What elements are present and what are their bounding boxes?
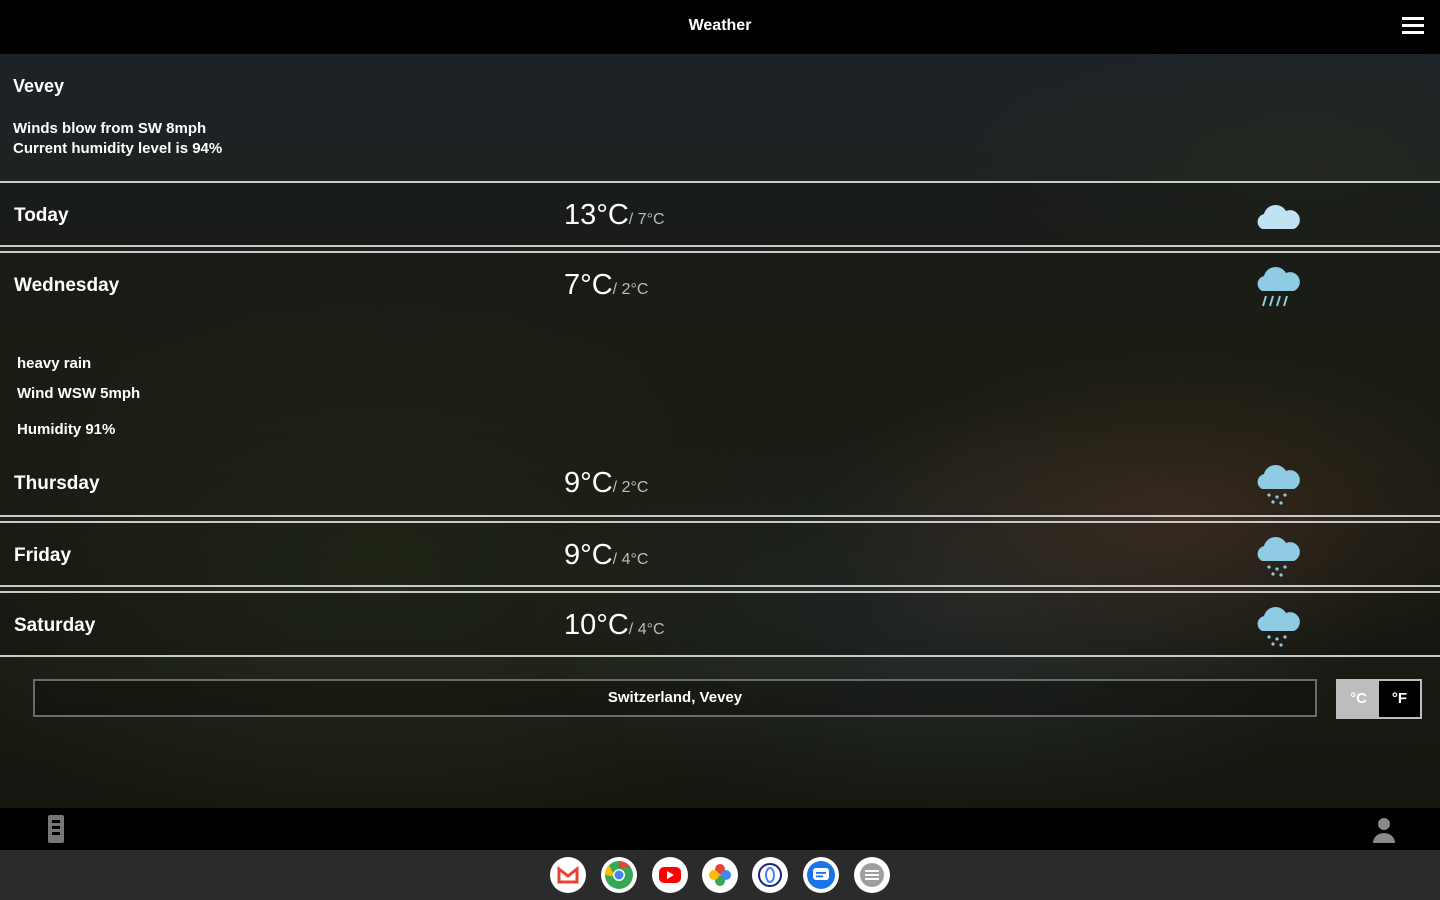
forecast-temp: 9°C/ 2°C <box>564 467 648 500</box>
youtube-icon[interactable] <box>652 857 688 893</box>
location-search-field[interactable]: Switzerland, Vevey <box>33 679 1317 717</box>
current-conditions: Vevey Winds blow from SW 8mph Current hu… <box>13 76 222 159</box>
light-rain-icon <box>1257 537 1300 577</box>
app-bar: Weather <box>0 0 1440 54</box>
details-condition: heavy rain <box>17 355 92 372</box>
user-icon[interactable] <box>1370 816 1398 844</box>
forecast-high: 10°C <box>564 609 629 641</box>
forecast-day: Thursday <box>14 473 100 494</box>
current-city: Vevey <box>13 76 65 96</box>
forecast-low: / 4°C <box>612 551 649 568</box>
forecast-temp: 10°C/ 4°C <box>564 609 665 642</box>
chrome-icon[interactable] <box>601 857 637 893</box>
photos-icon[interactable] <box>702 857 738 893</box>
cloud-icon <box>1257 205 1300 229</box>
celsius-button[interactable]: °C <box>1338 681 1379 717</box>
forecast-row-thursday[interactable]: Thursday 9°C/ 2°C <box>0 451 1440 517</box>
files-icon[interactable] <box>854 857 890 893</box>
weather-content: Vevey Winds blow from SW 8mph Current hu… <box>0 54 1440 808</box>
forecast-temp: 9°C/ 4°C <box>564 539 648 572</box>
forecast-low: / 7°C <box>628 211 665 228</box>
details-humidity: Humidity 91% <box>17 421 116 438</box>
heavy-rain-icon <box>1257 267 1300 307</box>
fahrenheit-button[interactable]: °F <box>1379 681 1420 717</box>
forecast-high: 7°C <box>564 269 613 301</box>
forecast-low: / 2°C <box>612 281 649 298</box>
phone-icon[interactable] <box>46 814 66 844</box>
bottom-nav <box>0 808 1440 850</box>
forecast-day: Friday <box>14 545 72 566</box>
app-title: Weather <box>688 17 752 34</box>
system-shelf <box>0 850 1440 900</box>
forecast-details: heavy rain Wind WSW 5mph Humidity 91% <box>17 355 140 451</box>
forecast-day: Wednesday <box>14 275 120 296</box>
forecast-row-today[interactable]: Today 13°C/ 7°C <box>0 181 1440 247</box>
forecast-high: 9°C <box>564 467 613 499</box>
forecast-day: Today <box>14 205 69 226</box>
forecast-row-saturday[interactable]: Saturday 10°C/ 4°C <box>0 591 1440 657</box>
forecast-high: 13°C <box>564 199 629 231</box>
current-wind: Winds blow from SW 8mph <box>13 120 207 137</box>
forecast-day: Saturday <box>14 615 96 636</box>
messages-icon[interactable] <box>803 857 839 893</box>
forecast-low: / 4°C <box>628 621 665 638</box>
assistant-icon[interactable] <box>752 857 788 893</box>
gmail-icon[interactable] <box>550 857 586 893</box>
forecast-high: 9°C <box>564 539 613 571</box>
forecast-row-friday[interactable]: Friday 9°C/ 4°C <box>0 521 1440 587</box>
menu-icon[interactable] <box>1402 17 1424 37</box>
light-rain-icon <box>1257 465 1300 505</box>
forecast-temp: 13°C/ 7°C <box>564 199 665 232</box>
unit-toggle[interactable]: °C °F <box>1336 679 1422 719</box>
light-rain-icon <box>1257 607 1300 647</box>
forecast-low: / 2°C <box>612 479 649 496</box>
forecast-temp: 7°C/ 2°C <box>564 269 648 302</box>
details-wind: Wind WSW 5mph <box>17 385 141 402</box>
current-humidity: Current humidity level is 94% <box>13 140 223 157</box>
